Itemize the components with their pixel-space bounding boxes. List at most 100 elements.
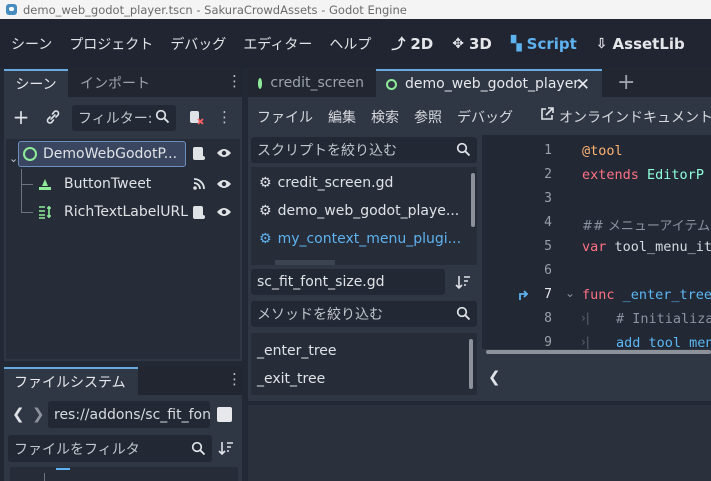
search-icon: [155, 109, 170, 124]
scrollbar[interactable]: [469, 339, 473, 389]
script-list: ⚙ credit_screen.gd ⚙ demo_web_godot_playe.…: [251, 167, 477, 265]
scrollbar[interactable]: [471, 173, 475, 227]
scene-filter-placeholder: フィルター:: [78, 111, 153, 127]
file-tree: [10, 467, 238, 481]
scene-filter-input[interactable]: フィルター:: [72, 105, 176, 131]
scene-dock-menu-icon[interactable]: ⋮: [227, 74, 242, 89]
online-docs-link[interactable]: オンラインドキュメント: [540, 107, 711, 127]
line-number: 9: [544, 335, 552, 350]
3d-icon: ✥: [452, 35, 464, 52]
visibility-icon[interactable]: [216, 147, 232, 159]
sort-icon[interactable]: [455, 274, 471, 290]
online-docs-label: オンラインドキュメント: [559, 110, 711, 126]
scene-dock-tabbar: シーン インポート ⋮: [4, 69, 242, 97]
tree-node-buttontweet[interactable]: ButtonTweet: [38, 171, 198, 197]
menu-debug[interactable]: デバッグ: [170, 34, 226, 54]
collapse-arrow-icon[interactable]: ⌄: [9, 152, 18, 165]
workspace-3d-button[interactable]: ✥ 3D: [452, 35, 492, 53]
workspace-script-label: Script: [526, 34, 577, 53]
list-item[interactable]: ⚙ my_context_menu_plugi...: [259, 231, 461, 247]
tree-node-root[interactable]: DemoWebGodotP...: [18, 141, 186, 167]
button-node-icon: [38, 177, 54, 191]
workspace-script-button[interactable]: ▚ Script: [511, 35, 577, 53]
add-node-icon[interactable]: +: [10, 105, 32, 129]
menu-editor[interactable]: エディター: [243, 34, 312, 54]
workspace-assetlib-button[interactable]: ⇩ AssetLib: [596, 35, 685, 53]
tree-node-richtextlabelurl[interactable]: RichTextLabelURL: [38, 199, 198, 225]
method-filter-placeholder: メソッドを絞り込む: [257, 307, 383, 323]
visibility-icon[interactable]: [216, 206, 232, 218]
scene-more-icon[interactable]: ⋮: [217, 110, 232, 125]
indent-marker: ›|: [581, 311, 590, 325]
control-node-icon: [386, 78, 397, 90]
signal-icon[interactable]: [192, 177, 206, 191]
menu-goto[interactable]: 参照: [414, 107, 442, 127]
tab-credit-screen[interactable]: credit_screen: [248, 69, 374, 97]
gear-icon: ⚙: [259, 203, 272, 219]
tree-line: [44, 473, 45, 481]
code-editor[interactable]: 1 2 3 4 5 6 7 8 9 ⌄ ›| ›| @tool extends …: [482, 135, 711, 355]
menu-file[interactable]: ファイル: [257, 107, 313, 127]
add-tab-icon[interactable]: +: [617, 70, 635, 95]
filesystem-menu-icon[interactable]: ⋮: [227, 372, 242, 387]
current-script-field[interactable]: sc_fit_font_size.gd: [251, 269, 445, 295]
list-item[interactable]: _exit_tree: [257, 371, 325, 387]
assetlib-icon: ⇩: [595, 35, 608, 52]
main-menubar: シーン プロジェクト デバッグ エディター ヘルプ ⤴ 2D ✥ 3D ▚ Scrip…: [0, 19, 711, 68]
line-number: 6: [544, 263, 552, 278]
menu-debug[interactable]: デバッグ: [457, 107, 513, 127]
editor-tabbar: credit_screen demo_web_godot_player ✕ +: [248, 69, 711, 97]
workspace-assetlib-label: AssetLib: [612, 34, 685, 53]
menu-scene[interactable]: シーン: [11, 34, 52, 54]
tab-import[interactable]: インポート: [70, 69, 160, 97]
script-icon[interactable]: [192, 146, 206, 161]
file-filter-input[interactable]: ファイルをフィルタ: [8, 435, 212, 462]
tab-filesystem[interactable]: ファイルシステム: [4, 367, 138, 395]
tree-line: [21, 169, 22, 213]
line-number: 5: [544, 239, 552, 254]
identifier: tool_menu_it: [614, 239, 711, 255]
toggle-panel-icon[interactable]: ❮: [488, 368, 501, 386]
forward-icon[interactable]: ❯: [32, 405, 45, 423]
filesystem-dock: ❮ ❯ res://addons/sc_fit_fon ファイルをフィルタ: [4, 395, 242, 481]
code-line-1: @tool: [582, 143, 623, 159]
code-status-bar: ❮: [482, 359, 711, 395]
close-icon[interactable]: ✕: [576, 75, 590, 95]
path-field[interactable]: res://addons/sc_fit_fon: [48, 401, 210, 428]
fold-arrow-icon[interactable]: ⌄: [565, 286, 575, 300]
sort-icon[interactable]: [218, 440, 234, 456]
horizontal-scrollbar[interactable]: [486, 350, 711, 354]
back-icon[interactable]: ❮: [12, 405, 25, 423]
menu-search[interactable]: 検索: [371, 107, 399, 127]
toggle-split-icon[interactable]: [217, 407, 232, 422]
workspace-2d-button[interactable]: ⤴ 2D: [391, 34, 433, 54]
line-number: 8: [544, 311, 552, 326]
scene-tree: ⌄ DemoWebGodotP... ButtonTweet RichTextL…: [6, 139, 240, 359]
keyword: func: [582, 287, 615, 303]
menu-project[interactable]: プロジェクト: [69, 34, 153, 54]
window-titlebar: demo_web_godot_player.tscn - SakuraCrowd…: [0, 0, 711, 19]
folder-icon: [56, 468, 70, 470]
tree-node-label: RichTextLabelURL: [64, 204, 189, 220]
method-filter-input[interactable]: メソッドを絞り込む: [251, 301, 477, 327]
list-item[interactable]: ⚙ credit_screen.gd: [259, 175, 393, 191]
code-line-8: # Initializa: [616, 311, 711, 327]
menu-edit[interactable]: 編集: [328, 107, 356, 127]
tab-demo-web-godot-player[interactable]: demo_web_godot_player ✕: [376, 69, 602, 97]
script-icon[interactable]: [192, 205, 206, 220]
visibility-icon[interactable]: [216, 178, 232, 190]
godot-icon: [6, 4, 17, 15]
tab-label: demo_web_godot_player: [405, 76, 580, 92]
script-name: demo_web_godot_playe...: [277, 203, 460, 219]
tab-scene[interactable]: シーン: [4, 69, 68, 97]
list-item[interactable]: _enter_tree: [257, 343, 337, 359]
search-icon: [456, 306, 471, 321]
script-menubar: ファイル 編集 検索 参照 デバッグ: [257, 107, 513, 127]
code-line-2: extends EditorP: [582, 167, 704, 183]
link-icon[interactable]: [42, 105, 64, 129]
menu-help[interactable]: ヘルプ: [329, 34, 371, 54]
script-filter-input[interactable]: スクリプトを絞り込む: [251, 137, 477, 163]
list-item[interactable]: ⚙ demo_web_godot_playe...: [259, 203, 459, 219]
bottom-panel: [248, 405, 711, 481]
attach-script-icon[interactable]: [184, 105, 208, 129]
